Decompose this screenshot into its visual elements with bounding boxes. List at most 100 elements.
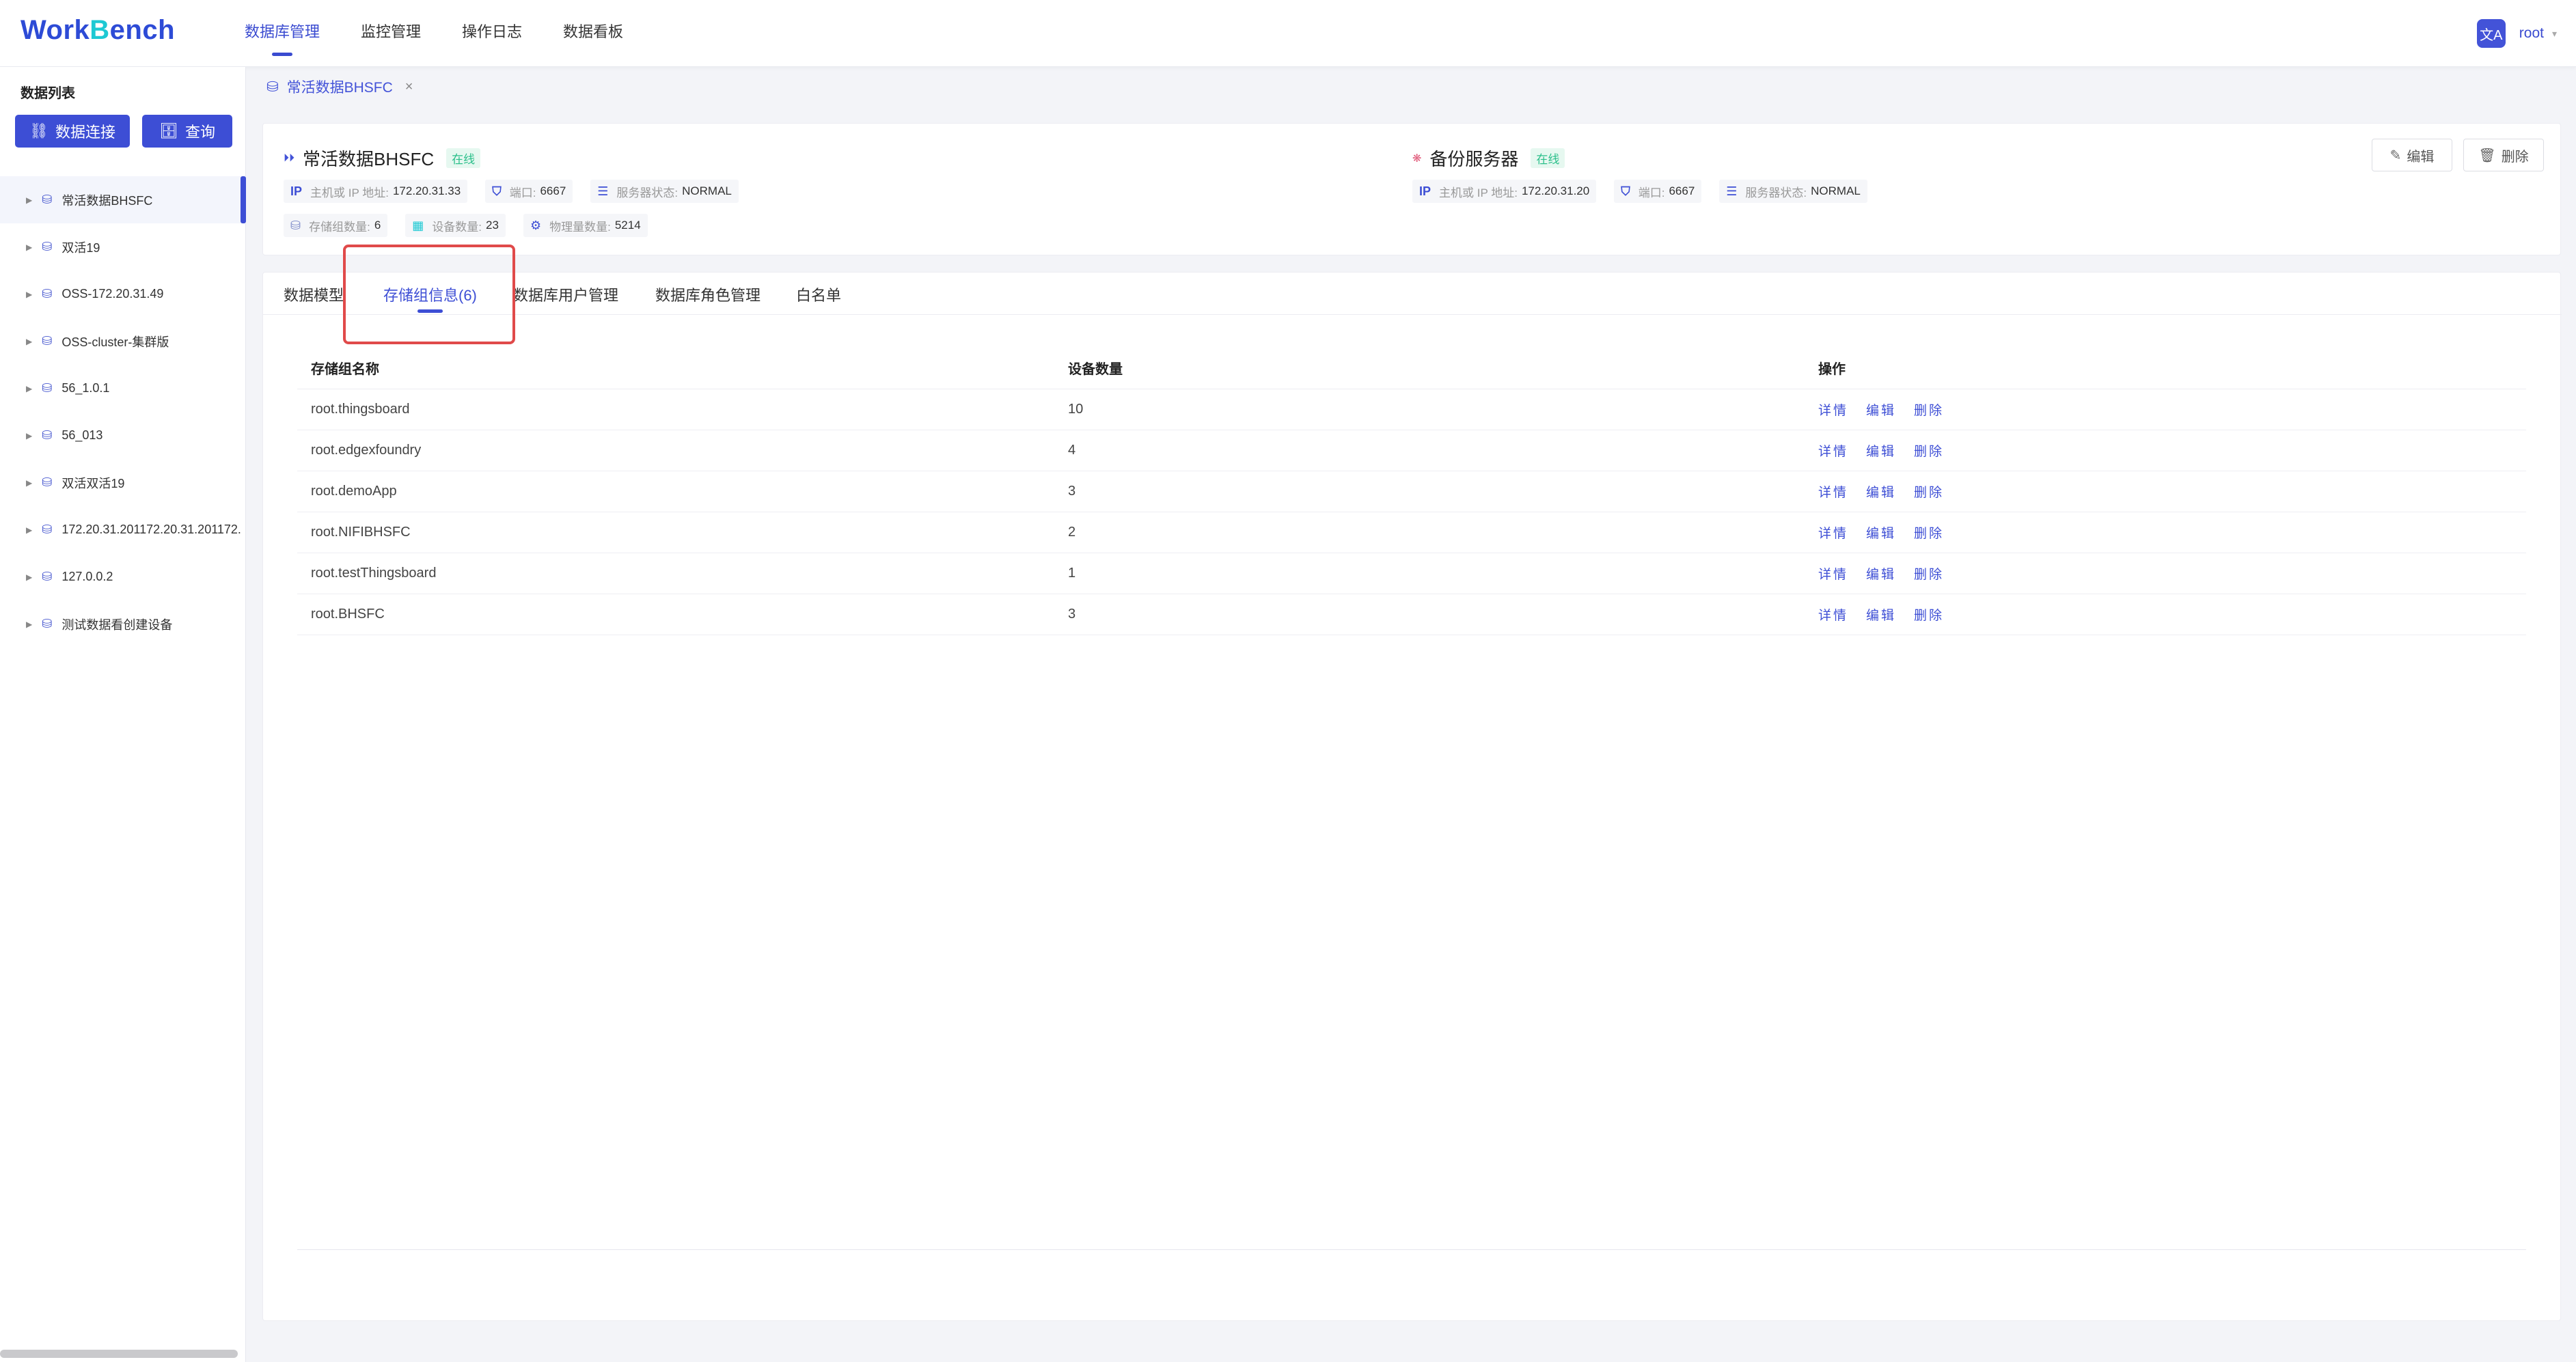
tab-db-roles[interactable]: 数据库角色管理: [655, 283, 761, 305]
caret-right-icon[interactable]: ▶: [26, 431, 32, 441]
tree-item[interactable]: ▶ ⛁ 常活数据BHSFC: [0, 176, 246, 223]
workbench-logo[interactable]: WorkBench: [20, 15, 175, 46]
detail-link[interactable]: 详情: [1818, 568, 1848, 582]
caret-right-icon[interactable]: ▶: [26, 478, 32, 488]
database-icon: ⛁: [42, 381, 53, 395]
edit-button[interactable]: ✎ 编辑: [2372, 139, 2452, 171]
shield-icon: ⛉: [1621, 184, 1630, 198]
caret-right-icon[interactable]: ▶: [26, 384, 32, 393]
primary-server-title: ⏵⏵ 常活数据BHSFC 在线: [284, 145, 481, 171]
table-header-row: 存储组名称 设备数量 操作: [297, 348, 2526, 389]
database-icon: ⛁: [42, 193, 53, 206]
ip-meta: IP 主机或 IP 地址: 172.20.31.33: [284, 180, 468, 203]
storage-group-count-meta: ⛁ 存储组数量: 6: [284, 214, 388, 237]
close-icon[interactable]: ×: [405, 79, 413, 95]
storage-group-name: root.thingsboard: [297, 389, 1054, 430]
server-stack-icon: ☰: [597, 184, 609, 198]
tree-item[interactable]: ▶ ⛁ OSS-cluster-集群版: [0, 318, 246, 365]
nav-operation-log[interactable]: 操作日志: [462, 0, 522, 67]
detail-tabs: 数据模型 存储组信息(6) 数据库用户管理 数据库角色管理 白名单: [263, 273, 2562, 315]
tab-whitelist[interactable]: 白名单: [796, 283, 841, 305]
tab-db-users[interactable]: 数据库用户管理: [513, 283, 618, 305]
backup-server-icon: ❋: [1412, 152, 1422, 165]
status-badge: 在线: [1531, 148, 1565, 168]
backup-server-title: ❋ 备份服务器 在线: [1412, 145, 1565, 171]
edit-link[interactable]: 编辑: [1866, 404, 1896, 418]
delete-link[interactable]: 删除: [1914, 445, 1944, 459]
database-icon: ⛁: [290, 218, 301, 232]
open-tab-crumb[interactable]: ⛁ 常活数据BHSFC ×: [266, 77, 413, 97]
nav-data-dashboard[interactable]: 数据看板: [563, 0, 623, 67]
caret-right-icon[interactable]: ▶: [26, 572, 32, 582]
tree-item[interactable]: ▶ ⛁ 双活双活19: [0, 459, 246, 506]
detail-link[interactable]: 详情: [1818, 486, 1848, 500]
server-stack-icon: ☰: [1726, 184, 1738, 198]
caret-right-icon[interactable]: ▶: [26, 525, 32, 535]
row-actions: 详情 编辑 删除: [1805, 430, 2526, 471]
delete-link[interactable]: 删除: [1914, 527, 1944, 541]
database-icon: ⛁: [42, 240, 53, 253]
table-row: root.demoApp 3 详情 编辑 删除: [297, 471, 2526, 512]
query-button[interactable]: 🗄 查询: [142, 115, 232, 148]
edit-link[interactable]: 编辑: [1866, 527, 1896, 541]
backup-meta-row: IP 主机或 IP 地址: 172.20.31.20 ⛉ 端口: 6667 ☰ 服务器状态…: [1412, 180, 1885, 203]
ip-meta: IP 主机或 IP 地址: 172.20.31.20: [1412, 180, 1597, 203]
database-icon: ⛁: [42, 475, 53, 489]
caret-right-icon[interactable]: ▶: [26, 337, 32, 346]
edit-link[interactable]: 编辑: [1866, 486, 1896, 500]
delete-link[interactable]: 删除: [1914, 568, 1944, 582]
status-badge: 在线: [446, 148, 481, 168]
trash-icon: 🗑: [2478, 148, 2496, 163]
column-header: 存储组名称: [297, 348, 1054, 389]
table-row: root.edgexfoundry 4 详情 编辑 删除: [297, 430, 2526, 471]
sidebar-title: 数据列表: [20, 86, 75, 101]
device-count-meta: ▦ 设备数量: 23: [405, 214, 506, 237]
delete-link[interactable]: 删除: [1914, 486, 1944, 500]
data-connect-button[interactable]: ⛓ 数据连接: [15, 115, 130, 148]
delete-button[interactable]: 🗑 删除: [2463, 139, 2544, 171]
tree-item[interactable]: ▶ ⛁ 172.20.31.201172.20.31.201172.: [0, 506, 246, 553]
storage-group-name: root.NIFIBHSFC: [297, 512, 1054, 553]
database-icon: ⛁: [42, 617, 53, 630]
tab-data-model[interactable]: 数据模型: [284, 283, 344, 305]
database-icon: ⛁: [42, 334, 53, 348]
caret-right-icon[interactable]: ▶: [26, 620, 32, 629]
sidebar-horizontal-scrollbar[interactable]: [0, 1350, 238, 1358]
tree-item[interactable]: ▶ ⛁ 双活19: [0, 223, 246, 270]
caret-right-icon[interactable]: ▶: [26, 242, 32, 252]
database-icon: 🗄: [159, 122, 178, 139]
gear-icon: ⚙: [530, 218, 542, 232]
detail-link[interactable]: 详情: [1818, 527, 1848, 541]
primary-meta-row-1: IP 主机或 IP 地址: 172.20.31.33 ⛉ 端口: 6667 ☰ 服务器状态…: [284, 180, 756, 203]
delete-link[interactable]: 删除: [1914, 609, 1944, 623]
server-status-meta: ☰ 服务器状态: NORMAL: [1719, 180, 1867, 203]
tree-item[interactable]: ▶ ⛁ 测试数据看创建设备: [0, 600, 246, 648]
language-icon[interactable]: 文A: [2476, 19, 2506, 48]
user-menu[interactable]: root: [2519, 25, 2544, 42]
device-count: 3: [1054, 594, 1805, 635]
row-actions: 详情 编辑 删除: [1805, 471, 2526, 512]
detail-link[interactable]: 详情: [1818, 445, 1848, 459]
delete-link[interactable]: 删除: [1914, 404, 1944, 418]
detail-link[interactable]: 详情: [1818, 404, 1848, 418]
detail-panel: 数据模型 存储组信息(6) 数据库用户管理 数据库角色管理 白名单 存储组名称 …: [262, 272, 2562, 1321]
caret-right-icon[interactable]: ▶: [26, 290, 32, 299]
tree-item[interactable]: ▶ ⛁ 127.0.0.2: [0, 553, 246, 600]
tree-item[interactable]: ▶ ⛁ 56_1.0.1: [0, 365, 246, 412]
row-actions: 详情 编辑 删除: [1805, 512, 2526, 553]
tree-item[interactable]: ▶ ⛁ OSS-172.20.31.49: [0, 270, 246, 318]
server-status-meta: ☰ 服务器状态: NORMAL: [590, 180, 739, 203]
measurement-count-meta: ⚙ 物理量数量: 5214: [523, 214, 648, 237]
edit-link[interactable]: 编辑: [1866, 568, 1896, 582]
ip-icon: IP: [1419, 184, 1431, 198]
database-icon: ⛁: [42, 523, 53, 536]
nav-database-management[interactable]: 数据库管理: [245, 0, 320, 67]
edit-link[interactable]: 编辑: [1866, 609, 1896, 623]
caret-right-icon[interactable]: ▶: [26, 195, 32, 205]
tree-item[interactable]: ▶ ⛁ 56_013: [0, 412, 246, 459]
edit-link[interactable]: 编辑: [1866, 445, 1896, 459]
table-row: root.BHSFC 3 详情 编辑 删除: [297, 594, 2526, 635]
nav-monitoring[interactable]: 监控管理: [361, 0, 421, 67]
detail-link[interactable]: 详情: [1818, 609, 1848, 623]
chevron-down-icon[interactable]: ▾: [2552, 28, 2557, 40]
